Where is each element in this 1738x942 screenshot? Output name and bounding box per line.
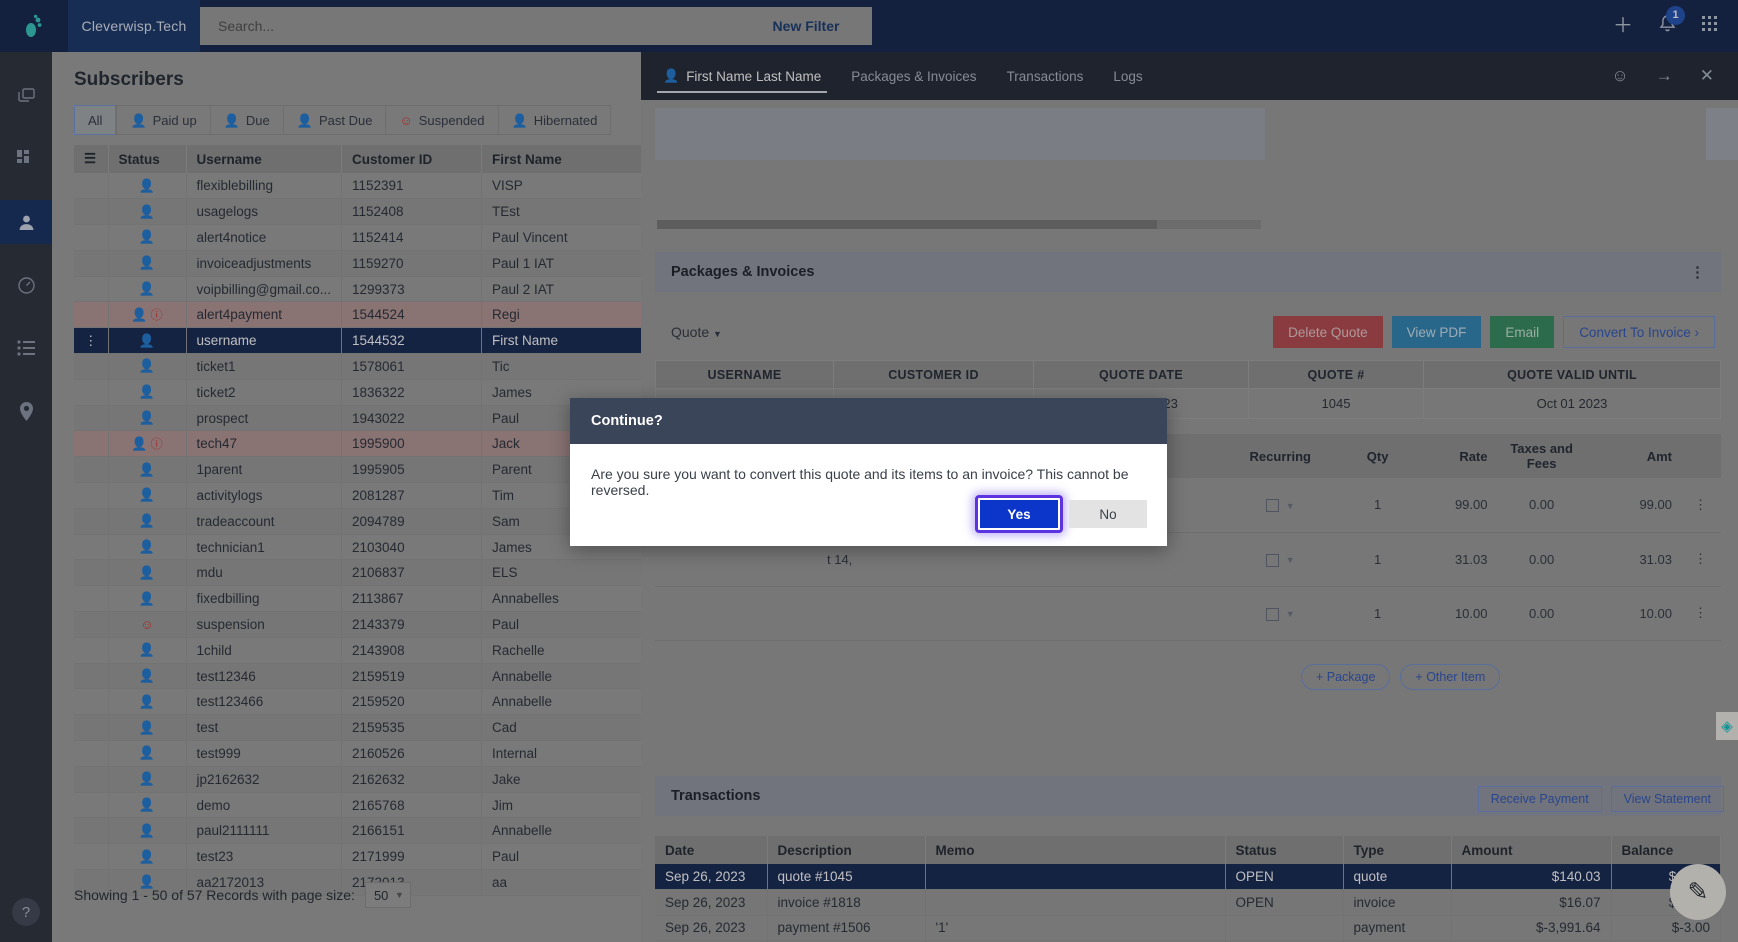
dialog-buttons: Yes No	[975, 495, 1147, 533]
no-button[interactable]: No	[1069, 500, 1147, 528]
dialog-message: Are you sure you want to convert this qu…	[591, 466, 1129, 498]
confirm-dialog: Continue? Are you sure you want to conve…	[570, 398, 1167, 546]
yes-button[interactable]: Yes	[980, 500, 1058, 528]
yes-button-focus-ring: Yes	[975, 495, 1063, 533]
dialog-title: Continue?	[570, 398, 1167, 444]
